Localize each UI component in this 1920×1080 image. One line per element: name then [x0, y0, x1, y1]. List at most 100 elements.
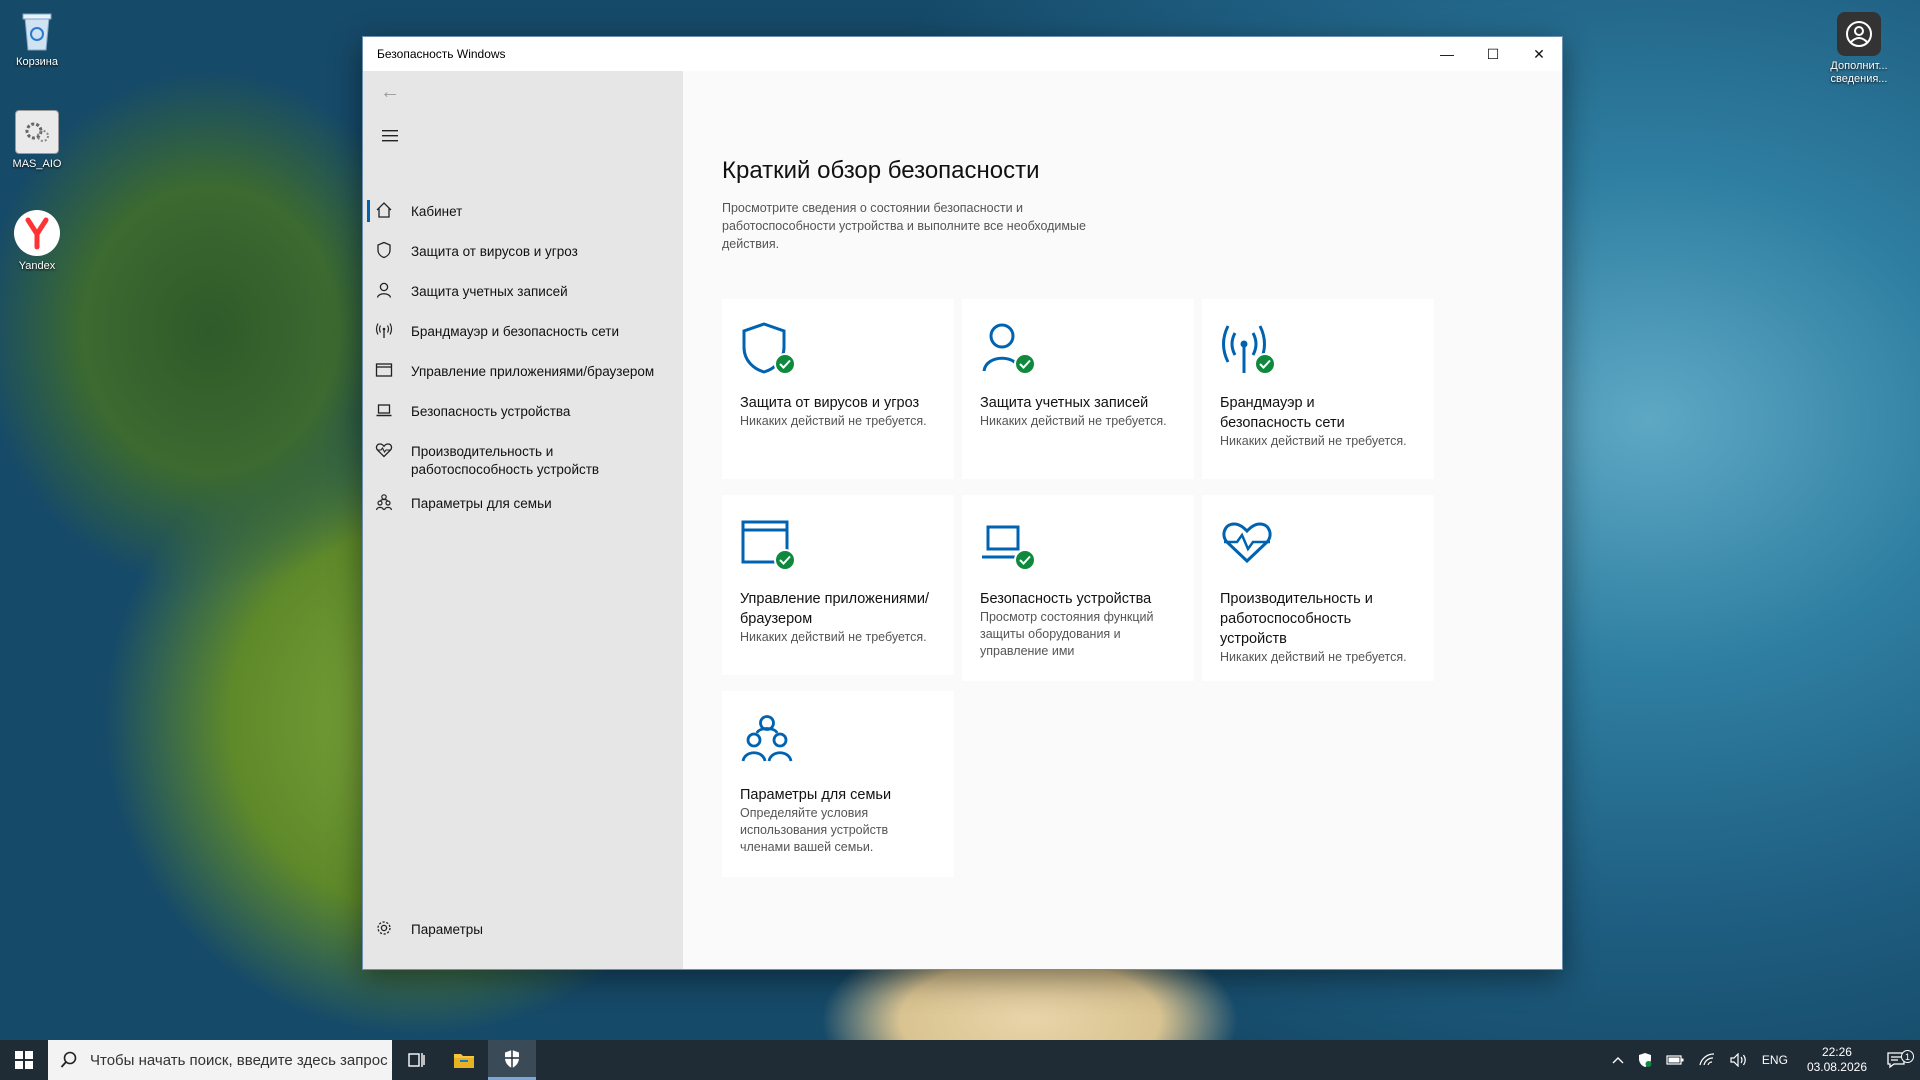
desktop-icon-yandex[interactable]: Yandex — [0, 210, 74, 273]
tile-title: Управление приложениями/браузером — [740, 591, 929, 627]
window-title: Безопасность Windows — [377, 47, 506, 61]
laptop-icon — [980, 517, 1036, 573]
show-hidden-icons-chevron-icon[interactable] — [1605, 1056, 1631, 1064]
wifi-icon[interactable] — [1691, 1053, 1723, 1067]
check-icon — [1254, 353, 1276, 375]
page-title: Краткий обзор безопасности — [722, 157, 1040, 184]
tile-status: Никаких действий не требуется. — [740, 414, 927, 428]
sidebar-item-family-options[interactable]: Параметры для семьи — [363, 489, 683, 529]
tile-virus-protection[interactable]: Защита от вирусов и угроз Никаких действ… — [722, 299, 954, 479]
notification-center-button[interactable]: 1 — [1879, 1050, 1920, 1069]
laptop-icon — [376, 404, 392, 417]
sidebar-item-label: Производительность и работоспособность у… — [411, 444, 600, 477]
tile-title: Безопасность устройства — [980, 591, 1152, 607]
tile-status: Никаких действий не требуется. — [740, 630, 927, 644]
sidebar-item-settings[interactable]: Параметры — [363, 915, 683, 955]
check-icon — [774, 353, 796, 375]
windows-security-window: Безопасность Windows — ☐ ✕ ← Кабинет Защ… — [362, 36, 1563, 970]
browser-window-icon — [740, 517, 796, 573]
sidebar-item-account-protection[interactable]: Защита учетных записей — [363, 277, 683, 317]
security-tray-icon[interactable] — [1631, 1052, 1659, 1068]
back-arrow-icon[interactable]: ← — [375, 77, 405, 107]
tile-status: Никаких действий не требуется. — [1220, 434, 1407, 448]
family-icon — [740, 713, 796, 769]
windows-logo-icon — [15, 1051, 33, 1069]
tile-device-security[interactable]: Безопасность устройства Просмотр состоян… — [962, 495, 1194, 681]
heart-icon — [1220, 517, 1276, 573]
sidebar-item-app-browser-control[interactable]: Управление приложениями/браузером — [363, 357, 683, 397]
check-icon — [1014, 549, 1036, 571]
sidebar: ← Кабинет Защита от вирусов и угроз Защи… — [363, 71, 683, 969]
search-icon — [60, 1051, 77, 1068]
volume-icon[interactable] — [1723, 1053, 1755, 1067]
browser-window-icon — [375, 363, 393, 377]
tile-title: Защита учетных записей — [980, 395, 1149, 411]
sidebar-item-label: Защита учетных записей — [411, 284, 568, 299]
tile-title: Брандмауэр и безопасность сети — [1220, 395, 1345, 431]
clock[interactable]: 22:26 03.08.2026 — [1795, 1045, 1879, 1075]
desktop-icon-label: Дополнит... сведения... — [1830, 60, 1888, 85]
close-button[interactable]: ✕ — [1516, 37, 1562, 71]
gear-icon — [377, 921, 391, 935]
person-icon — [980, 321, 1036, 377]
sidebar-item-label: Параметры для семьи — [411, 496, 552, 511]
minimize-button[interactable]: — — [1424, 37, 1470, 71]
antenna-icon — [375, 323, 393, 338]
user-circle-icon — [1837, 12, 1881, 56]
shield-icon — [505, 1049, 519, 1068]
start-button[interactable] — [0, 1040, 48, 1080]
desktop-icon-recycle-bin[interactable]: Корзина — [0, 8, 74, 69]
tile-app-browser-control[interactable]: Управление приложениями/браузером Никаки… — [722, 495, 954, 675]
tile-family-options[interactable]: Параметры для семьи Определяйте условия … — [722, 691, 954, 877]
tile-device-performance[interactable]: Производительность и работоспособность у… — [1202, 495, 1434, 681]
sidebar-item-device-performance[interactable]: Производительность и работоспособность у… — [363, 437, 683, 489]
taskbar: Чтобы начать поиск, введите здесь запрос… — [0, 1040, 1920, 1080]
task-view-icon — [408, 1053, 425, 1067]
yandex-browser-icon — [14, 210, 60, 256]
person-icon — [376, 282, 392, 298]
hamburger-menu-icon[interactable] — [375, 121, 405, 151]
desktop-icon-more-info[interactable]: Дополнит... сведения... — [1822, 12, 1896, 86]
taskbar-file-explorer[interactable] — [440, 1040, 488, 1080]
heart-icon — [375, 443, 393, 458]
sidebar-item-device-security[interactable]: Безопасность устройства — [363, 397, 683, 437]
maximize-button[interactable]: ☐ — [1470, 37, 1516, 71]
sidebar-item-firewall[interactable]: Брандмауэр и безопасность сети — [363, 317, 683, 357]
clock-date: 03.08.2026 — [1806, 1060, 1867, 1074]
family-icon — [375, 494, 393, 511]
tile-firewall[interactable]: Брандмауэр и безопасность сети Никаких д… — [1202, 299, 1434, 479]
tile-status: Никаких действий не требуется. — [980, 414, 1167, 428]
task-view-button[interactable] — [392, 1040, 440, 1080]
sidebar-item-label: Брандмауэр и безопасность сети — [411, 324, 620, 339]
desktop-icon-mas-aio[interactable]: MAS_AIO — [0, 110, 74, 171]
shield-icon — [740, 321, 796, 377]
tile-title: Производительность и работоспособность у… — [1220, 591, 1373, 647]
desktop-icon-label: Yandex — [18, 260, 56, 272]
sidebar-item-label: Безопасность устройства — [411, 404, 571, 419]
settings-app-icon — [15, 110, 59, 154]
sidebar-item-virus-protection[interactable]: Защита от вирусов и угроз — [363, 237, 683, 277]
folder-icon — [454, 1054, 474, 1068]
page-description: Просмотрите сведения о состоянии безопас… — [722, 201, 1086, 251]
check-icon — [774, 549, 796, 571]
antenna-icon — [1220, 321, 1276, 377]
tile-account-protection[interactable]: Защита учетных записей Никаких действий … — [962, 299, 1194, 479]
home-icon — [376, 202, 392, 218]
main-content: Краткий обзор безопасности Просмотрите с… — [683, 71, 1562, 969]
battery-icon[interactable] — [1659, 1054, 1691, 1066]
taskbar-search-box[interactable]: Чтобы начать поиск, введите здесь запрос — [48, 1040, 392, 1080]
recycle-bin-icon — [15, 8, 59, 52]
tile-title: Защита от вирусов и угроз — [740, 395, 920, 411]
sidebar-item-home[interactable]: Кабинет — [363, 197, 683, 237]
tile-status: Никаких действий не требуется. — [1220, 650, 1407, 664]
tile-status: Определяйте условия использования устрой… — [740, 806, 889, 854]
sidebar-nav: Кабинет Защита от вирусов и угроз Защита… — [363, 197, 683, 529]
notification-badge: 1 — [1901, 1050, 1914, 1063]
sidebar-item-label: Параметры — [411, 922, 483, 937]
search-placeholder: Чтобы начать поиск, введите здесь запрос — [90, 1051, 388, 1069]
title-bar[interactable]: Безопасность Windows — ☐ ✕ — [363, 37, 1562, 71]
sidebar-item-label: Кабинет — [411, 204, 463, 219]
desktop-icon-label: Корзина — [16, 56, 58, 68]
language-indicator[interactable]: ENG — [1755, 1053, 1795, 1067]
taskbar-windows-security[interactable] — [488, 1040, 536, 1080]
